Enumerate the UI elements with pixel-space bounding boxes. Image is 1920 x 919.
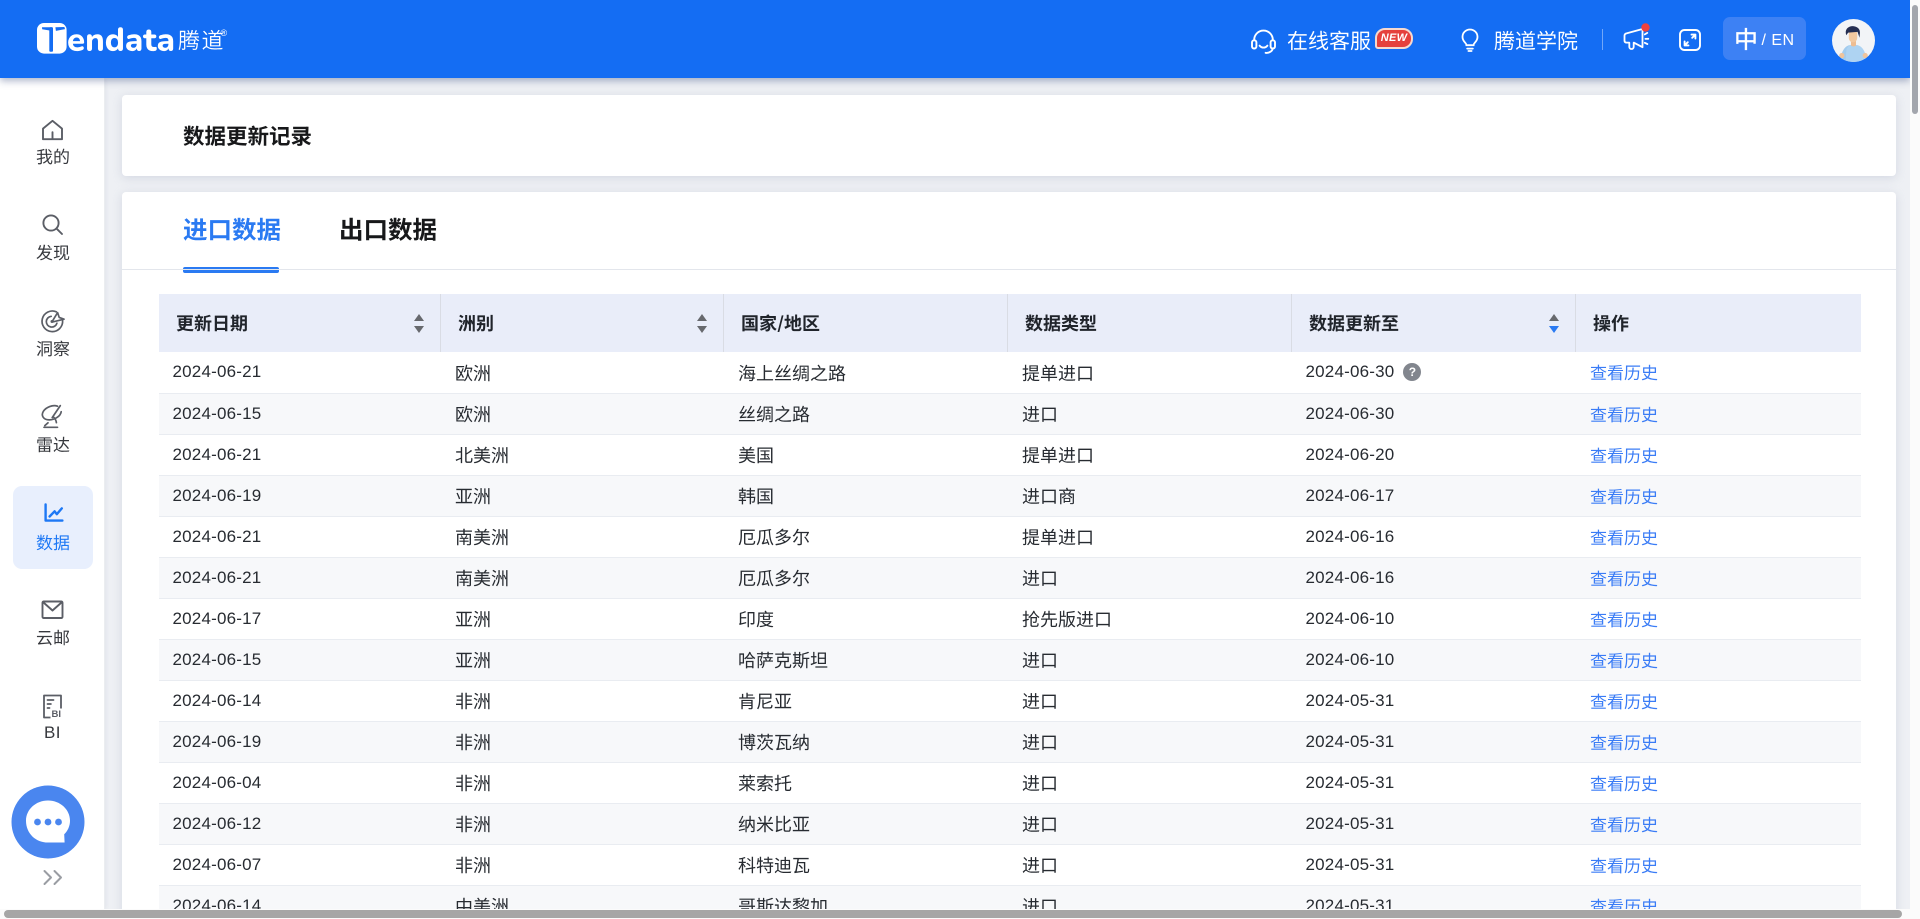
svg-text:BI: BI [52, 708, 62, 718]
